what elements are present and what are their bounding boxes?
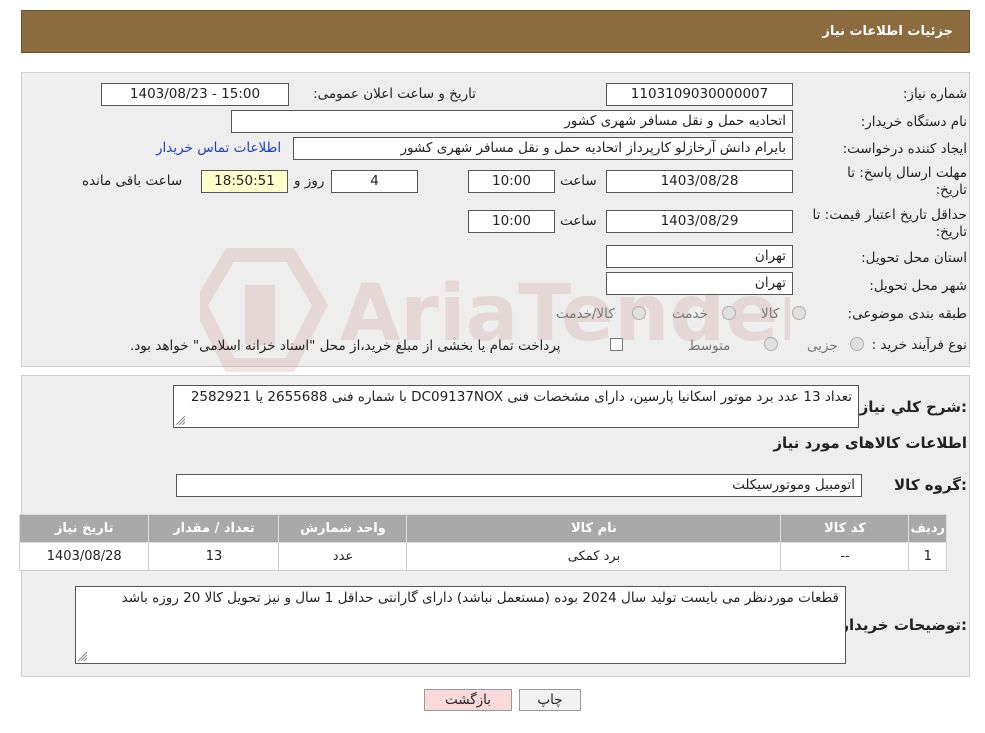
deadline-label: مهلت ارسال پاسخ: تا — [847, 165, 967, 181]
province-label: استان محل تحویل: — [861, 250, 967, 266]
deadline-date-field: 1403/08/28 — [606, 170, 793, 193]
print-button[interactable]: چاپ — [519, 689, 581, 711]
announce-field: 1403/08/23 - 15:00 — [101, 83, 289, 106]
resize-handle-icon[interactable] — [78, 652, 87, 661]
cell-row: 1 — [908, 542, 947, 571]
buyer-notes-label: توضیحات خریدار: — [840, 616, 967, 634]
category-option-goods-service: کالا/خدمت — [556, 306, 615, 322]
validity-label-date: تاریخ: — [935, 224, 967, 240]
validity-date-field: 1403/08/29 — [606, 210, 793, 233]
payment-note: پرداخت تمام یا بخشی از مبلغ خرید،از محل … — [130, 338, 561, 354]
process-option-minor: جزیی — [807, 338, 838, 354]
creator-label: ایجاد کننده درخواست: — [842, 141, 967, 157]
announce-label: تاریخ و ساعت اعلان عمومی: — [313, 86, 476, 102]
category-option-goods: کالا — [761, 306, 780, 322]
need-number-field: 1103109030000007 — [606, 83, 793, 106]
category-radio-goods-service[interactable] — [632, 306, 646, 320]
process-radio-minor[interactable] — [850, 337, 864, 351]
cell-need-date: 1403/08/28 — [18, 542, 150, 571]
goods-table-header: ردیف کد کالا نام کالا واحد شمارش تعداد /… — [18, 514, 947, 543]
validity-time-field: 10:00 — [468, 210, 555, 233]
resize-handle-icon[interactable] — [176, 416, 185, 425]
goods-group-label: گروه کالا: — [894, 476, 967, 494]
description-textarea: تعداد 13 عدد برد موتور اسکانیا پارسین، د… — [173, 385, 859, 428]
table-row: 1 -- برد کمکی عدد 13 1403/08/28 — [18, 542, 947, 571]
page-header: جزئیات اطلاعات نیاز — [21, 10, 970, 53]
buyer-notes-text: قطعات موردنظر می بایست تولید سال 2024 بو… — [121, 590, 839, 606]
col-quantity: تعداد / مقدار — [148, 514, 280, 543]
process-radio-medium[interactable] — [764, 337, 778, 351]
goods-table: ردیف کد کالا نام کالا واحد شمارش تعداد /… — [18, 514, 947, 571]
process-label: نوع فرآیند خرید : — [871, 337, 967, 353]
category-option-service: خدمت — [672, 306, 708, 322]
description-text: تعداد 13 عدد برد موتور اسکانیا پارسین، د… — [190, 389, 852, 405]
cell-code: -- — [780, 542, 910, 571]
col-code: کد کالا — [780, 514, 910, 543]
city-field: تهران — [606, 272, 793, 295]
buyer-org-label: نام دستگاه خریدار: — [860, 114, 967, 130]
goods-group-field: اتومبیل وموتورسیکلت — [176, 474, 862, 497]
goods-section-title: اطلاعات کالاهای مورد نیاز — [773, 434, 967, 452]
deadline-label-date: تاریخ: — [935, 182, 967, 198]
description-label: شرح كلي نياز: — [859, 398, 967, 416]
city-label: شهر محل تحویل: — [869, 278, 967, 294]
buyer-org-field: اتحادیه حمل و نقل مسافر شهری کشور — [231, 110, 793, 133]
page-title: جزئیات اطلاعات نیاز — [822, 24, 953, 39]
col-name: نام کالا — [406, 514, 782, 543]
deadline-time-label: ساعت — [560, 173, 597, 189]
treasury-checkbox[interactable] — [610, 338, 623, 351]
province-field: تهران — [606, 245, 793, 268]
remaining-time-label: ساعت باقی مانده — [82, 173, 183, 189]
buyer-notes-textarea: قطعات موردنظر می بایست تولید سال 2024 بو… — [75, 586, 846, 664]
category-radio-goods[interactable] — [792, 306, 806, 320]
validity-label: حداقل تاریخ اعتبار قیمت: تا — [812, 207, 967, 223]
cell-unit: عدد — [278, 542, 408, 571]
days-remaining-field: 4 — [331, 170, 418, 193]
back-button[interactable]: بازگشت — [424, 689, 512, 711]
process-option-medium: متوسط — [688, 338, 731, 354]
col-need-date: تاریخ نیاز — [18, 514, 150, 543]
validity-time-label: ساعت — [560, 213, 597, 229]
days-label: روز و — [294, 173, 325, 189]
creator-field: بایرام دانش آرخازلو کارپرداز اتحادیه حمل… — [293, 137, 793, 160]
cell-name: برد کمکی — [406, 542, 782, 571]
col-row: ردیف — [908, 514, 947, 543]
deadline-time-field: 10:00 — [468, 170, 555, 193]
remaining-time-field: 18:50:51 — [201, 170, 288, 193]
cell-quantity: 13 — [148, 542, 280, 571]
contact-info-link[interactable]: اطلاعات تماس خریدار — [156, 140, 281, 156]
category-radio-service[interactable] — [722, 306, 736, 320]
need-number-label: شماره نیاز: — [902, 86, 967, 102]
col-unit: واحد شمارش — [278, 514, 408, 543]
category-label: طبقه بندی موضوعی: — [847, 306, 967, 322]
